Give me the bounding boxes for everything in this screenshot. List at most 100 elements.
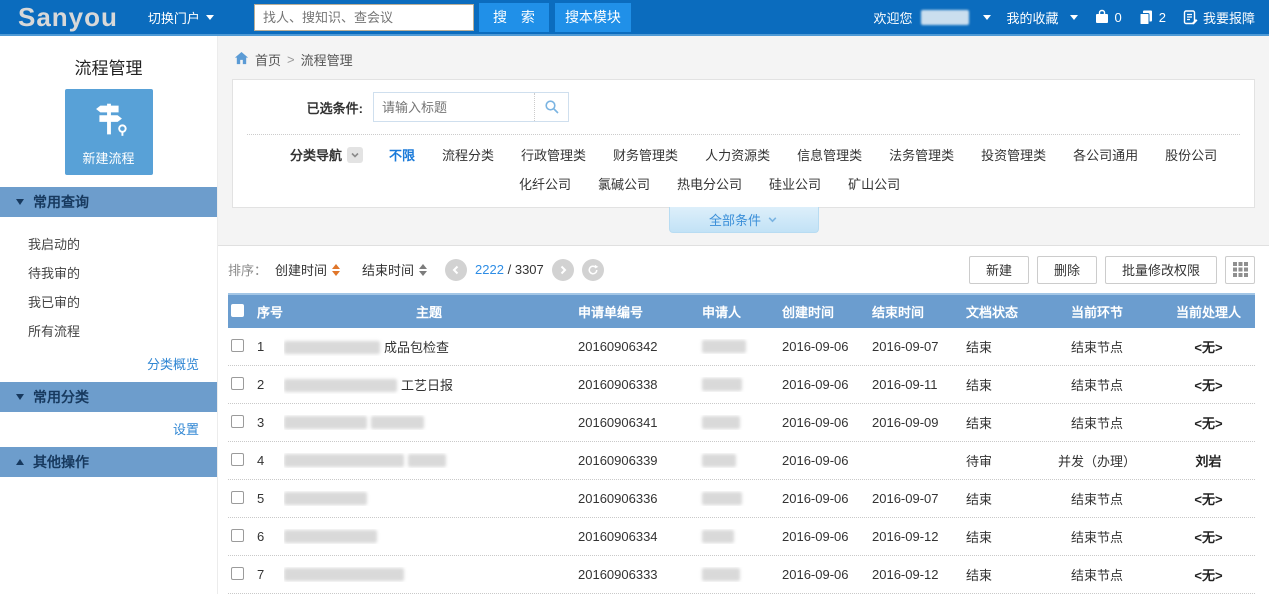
search-button[interactable]: 搜 索	[479, 3, 549, 32]
row-checkbox[interactable]	[231, 529, 244, 542]
category-link[interactable]: 硅业公司	[769, 174, 821, 193]
top-header: Sanyou 切换门户 搜 索 搜本模块 欢迎您 我的收藏 0 2	[0, 0, 1269, 36]
chevron-down-icon	[206, 15, 214, 20]
sort-by-created[interactable]: 创建时间	[275, 260, 327, 279]
new-button[interactable]: 新建	[969, 256, 1029, 284]
category-row-2: 化纤公司 氯碱公司 热电分公司 硅业公司 矿山公司	[519, 174, 1254, 193]
row-finished-time: 2016-09-09	[868, 415, 954, 430]
row-checkbox[interactable]	[231, 415, 244, 428]
all-conditions-toggle[interactable]: 全部条件	[669, 207, 819, 233]
row-current-handler: <无>	[1162, 413, 1255, 432]
title-search-input[interactable]	[374, 93, 534, 121]
row-checkbox[interactable]	[231, 453, 244, 466]
sort-created-arrows-icon[interactable]	[332, 264, 340, 276]
row-checkbox[interactable]	[231, 339, 244, 352]
bag-indicator[interactable]: 0	[1094, 9, 1122, 25]
section-other-operations[interactable]: 其他操作	[0, 447, 217, 477]
sidebar-item[interactable]: 待我审的	[0, 258, 217, 287]
category-link[interactable]: 财务管理类	[613, 145, 678, 164]
row-current-step: 并发（办理）	[1032, 451, 1162, 470]
sort-by-finished[interactable]: 结束时间	[362, 260, 414, 279]
row-subject	[284, 415, 574, 430]
row-number: 5	[250, 491, 284, 506]
category-overview-link[interactable]: 分类概览	[0, 347, 217, 382]
row-number: 6	[250, 529, 284, 544]
section-common-category[interactable]: 常用分类	[0, 382, 217, 412]
breadcrumb-home[interactable]: 首页	[255, 50, 281, 69]
category-link[interactable]: 流程分类	[442, 145, 494, 164]
redacted-text	[284, 568, 404, 581]
redacted-text	[371, 416, 424, 429]
report-issue-button[interactable]: 我要报障	[1182, 8, 1255, 27]
column-header-reqno: 申请单编号	[574, 302, 696, 321]
user-menu-chevron-icon[interactable]	[983, 15, 991, 20]
global-search-input[interactable]	[254, 4, 474, 31]
sort-finished-arrows-icon[interactable]	[419, 264, 427, 276]
grid-view-button[interactable]	[1225, 256, 1255, 284]
row-current-step: 结束节点	[1032, 527, 1162, 546]
copies-indicator[interactable]: 2	[1138, 9, 1166, 25]
chevron-down-icon[interactable]	[347, 147, 363, 163]
next-page-button[interactable]	[552, 259, 574, 281]
row-created-time: 2016-09-06	[778, 529, 868, 544]
row-number: 4	[250, 453, 284, 468]
row-request-no: 20160906342	[574, 339, 696, 354]
prev-page-button[interactable]	[445, 259, 467, 281]
row-subject	[284, 567, 574, 582]
row-applicant	[696, 453, 778, 468]
refresh-button[interactable]	[582, 259, 604, 281]
row-applicant	[696, 529, 778, 544]
module-search-button[interactable]: 搜本模块	[555, 3, 631, 32]
category-link[interactable]: 各公司通用	[1073, 145, 1138, 164]
portal-switch-menu[interactable]: 切换门户	[148, 8, 214, 27]
row-request-no: 20160906334	[574, 529, 696, 544]
row-created-time: 2016-09-06	[778, 567, 868, 582]
category-link[interactable]: 矿山公司	[848, 174, 900, 193]
category-link[interactable]: 股份公司	[1165, 145, 1217, 164]
batch-permission-button[interactable]: 批量修改权限	[1105, 256, 1217, 284]
row-doc-status: 结束	[954, 375, 1032, 394]
select-all-checkbox[interactable]	[231, 304, 244, 317]
sidebar-item[interactable]: 我已审的	[0, 287, 217, 316]
category-link[interactable]: 热电分公司	[677, 174, 742, 193]
category-link[interactable]: 信息管理类	[797, 145, 862, 164]
triangle-down-icon	[16, 394, 24, 400]
row-checkbox[interactable]	[231, 567, 244, 580]
row-applicant	[696, 491, 778, 506]
triangle-down-icon	[16, 199, 24, 205]
page-current[interactable]: 2222	[475, 262, 504, 277]
column-header-applicant: 申请人	[696, 302, 778, 321]
row-current-step: 结束节点	[1032, 375, 1162, 394]
column-header-created: 创建时间	[778, 302, 868, 321]
signpost-icon	[86, 97, 132, 146]
sidebar: 流程管理 新建流程 常用查询 我启动的待我审的我已审的所有流程 分类概览 常用分…	[0, 36, 218, 594]
delete-button[interactable]: 删除	[1037, 256, 1097, 284]
redacted-text	[702, 454, 736, 467]
breadcrumb: 首页 > 流程管理	[218, 36, 1269, 79]
category-link[interactable]: 氯碱公司	[598, 174, 650, 193]
row-checkbox[interactable]	[231, 377, 244, 390]
category-link[interactable]: 行政管理类	[521, 145, 586, 164]
report-issue-label: 我要报障	[1203, 8, 1255, 27]
category-link[interactable]: 不限	[389, 145, 415, 164]
row-finished-time: 2016-09-07	[868, 491, 954, 506]
home-icon	[234, 51, 249, 69]
category-link[interactable]: 化纤公司	[519, 174, 571, 193]
category-link[interactable]: 投资管理类	[981, 145, 1046, 164]
section-common-query[interactable]: 常用查询	[0, 187, 217, 217]
category-link[interactable]: 法务管理类	[889, 145, 954, 164]
settings-link[interactable]: 设置	[0, 412, 217, 447]
new-process-button[interactable]: 新建流程	[65, 89, 153, 175]
search-icon[interactable]	[534, 93, 568, 121]
category-link[interactable]: 人力资源类	[705, 145, 770, 164]
favorites-menu[interactable]: 我的收藏	[1007, 8, 1078, 27]
sidebar-item[interactable]: 我启动的	[0, 229, 217, 258]
row-current-handler: <无>	[1162, 337, 1255, 356]
row-finished-time: 2016-09-11	[868, 377, 954, 392]
redacted-text	[284, 416, 367, 429]
category-nav-label: 分类导航	[233, 145, 363, 164]
redacted-text	[702, 530, 734, 543]
redacted-text	[284, 379, 397, 392]
sidebar-item[interactable]: 所有流程	[0, 316, 217, 345]
row-checkbox[interactable]	[231, 491, 244, 504]
